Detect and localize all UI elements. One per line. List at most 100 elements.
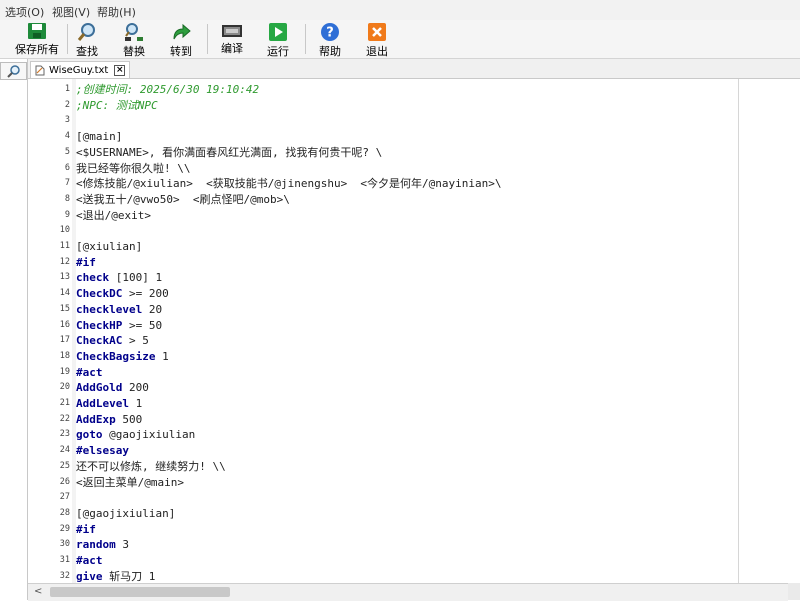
line-number: 10: [59, 225, 70, 236]
code-line: 18 CheckBagsize 1: [28, 349, 788, 365]
left-panel: [0, 59, 28, 600]
code-line: 6 我已经等你很久啦! \\: [28, 161, 788, 177]
line-text: CheckAC > 5: [76, 333, 149, 349]
code-line: 4 [@main]: [28, 129, 788, 145]
compile-button[interactable]: 编译: [221, 22, 243, 56]
line-number: 32: [59, 570, 70, 581]
line-number: 26: [59, 476, 70, 487]
code-line: 10: [28, 223, 788, 239]
keyword: AddGold: [76, 381, 123, 395]
save-all-button[interactable]: 保存所有: [15, 22, 59, 56]
line-text: CheckBagsize 1: [76, 349, 169, 365]
line-number: 1: [64, 84, 70, 94]
code-line: 20 AddGold 200: [28, 380, 788, 396]
argument: 1: [128, 397, 143, 410]
line-text: AddGold 200: [76, 380, 149, 396]
exit-button[interactable]: 退出: [366, 22, 388, 58]
argument: 1: [155, 349, 169, 363]
scroll-thumb[interactable]: [50, 587, 230, 597]
argument: > 5: [122, 334, 149, 348]
line-number: 3: [64, 115, 70, 126]
keyword: check: [76, 271, 110, 285]
code-line: 9 <退出/@exit>: [28, 208, 788, 224]
argument: @gaojixiulian: [102, 428, 196, 442]
line-text: <送我五十/@vwo50> <刷点怪吧/@mob>\: [76, 192, 290, 206]
argument: >= 200: [122, 287, 169, 301]
line-number: 28: [59, 507, 70, 518]
compile-icon: [221, 22, 243, 39]
run-icon: [267, 22, 289, 42]
code-line: 2 ;NPC: 测试NPC: [28, 98, 788, 114]
horizontal-scrollbar[interactable]: <: [28, 583, 788, 601]
line-number: 4: [64, 131, 70, 142]
line-number: 21: [59, 398, 70, 408]
line-number: 25: [59, 460, 70, 471]
code-editor[interactable]: 1 ;创建时间: 2025/6/30 19:10:42 2 ;NPC: 测试NPC 3 4…: [28, 79, 800, 583]
help-button[interactable]: ? 帮助: [319, 22, 341, 58]
code-line: 31 #act: [28, 553, 788, 569]
line-text: CheckDC >= 200: [76, 286, 169, 302]
line-number: 23: [59, 429, 70, 440]
menu-view[interactable]: 视图(V): [52, 4, 90, 20]
line-number: 14: [59, 288, 70, 299]
code-line: 8 <送我五十/@vwo50> <刷点怪吧/@mob>\: [28, 192, 788, 208]
line-number: 17: [59, 335, 70, 346]
code-line: 27: [28, 490, 788, 506]
line-number: 11: [59, 241, 70, 251]
panel-search-button[interactable]: [0, 62, 27, 80]
keyword: CheckHP: [76, 318, 123, 332]
line-text: #elsesay: [76, 444, 129, 458]
line-text: 还不可以修炼, 继续努力! \\: [76, 459, 226, 473]
code-line: 26 <返回主菜单/@main>: [28, 475, 788, 491]
line-text: 我已经等你很久啦! \\: [76, 161, 191, 175]
line-number: 13: [59, 272, 70, 283]
line-text: <$USERNAME>, 看你满面春风红光满面, 找我有何贵干呢? \: [76, 145, 383, 159]
line-number: 15: [59, 303, 70, 314]
code-line: 17 CheckAC > 5: [28, 333, 788, 349]
line-number: 16: [59, 319, 70, 330]
code-line: 15 checklevel 20: [28, 302, 788, 318]
menu-help[interactable]: 帮助(H): [97, 4, 136, 20]
line-text: goto @gaojixiulian: [76, 427, 195, 443]
code-line: 30 random 3: [28, 537, 788, 553]
argument: 200: [122, 381, 149, 395]
line-text: [@main]: [76, 130, 123, 144]
replace-button[interactable]: 替换: [123, 22, 145, 58]
run-button[interactable]: 运行: [267, 22, 289, 58]
goto-arrow-icon: [170, 22, 192, 42]
code-line: 7 <修炼技能/@xiulian> <获取技能书/@jinengshu> <今夕是…: [28, 176, 788, 192]
line-number: 29: [59, 523, 70, 534]
code-line: 28 [@gaojixiulian]: [28, 506, 788, 522]
keyword: AddExp: [76, 412, 116, 426]
tab-wiseguy[interactable]: WiseGuy.txt ×: [30, 61, 131, 78]
code-line: 32 give 斩马刀 1: [28, 569, 788, 583]
keyword: AddLevel: [76, 397, 129, 410]
line-number: 6: [64, 162, 70, 173]
keyword: CheckBagsize: [76, 349, 156, 363]
code-line: 22 AddExp 500: [28, 412, 788, 428]
code-line: 14 CheckDC >= 200: [28, 286, 788, 302]
file-icon: [35, 65, 45, 75]
scroll-left-icon[interactable]: <: [34, 586, 42, 597]
keyword: CheckAC: [76, 334, 123, 348]
code-line: 24 #elsesay: [28, 443, 788, 459]
close-tab-icon[interactable]: ×: [114, 64, 126, 76]
line-text: AddLevel 1: [76, 396, 142, 412]
goto-button[interactable]: 转到: [170, 22, 192, 58]
argument: 斩马刀 1: [102, 569, 156, 583]
code-line: 21 AddLevel 1: [28, 396, 788, 412]
line-number: 8: [64, 193, 70, 204]
keyword: give: [76, 569, 103, 583]
find-button[interactable]: 查找: [76, 22, 98, 58]
keyword: CheckDC: [76, 287, 123, 301]
menu-options[interactable]: 选项(O): [5, 4, 44, 20]
line-text: <退出/@exit>: [76, 208, 151, 222]
argument: 500: [115, 412, 143, 426]
line-text: ;NPC: 测试NPC: [76, 98, 158, 112]
code-line: 19 #act: [28, 365, 788, 381]
line-text: #act: [76, 554, 103, 567]
line-text: ;创建时间: 2025/6/30 19:10:42: [76, 83, 260, 96]
argument: >= 50: [122, 318, 163, 332]
line-text: [@xiulian]: [76, 240, 143, 253]
line-number: 20: [59, 382, 70, 393]
